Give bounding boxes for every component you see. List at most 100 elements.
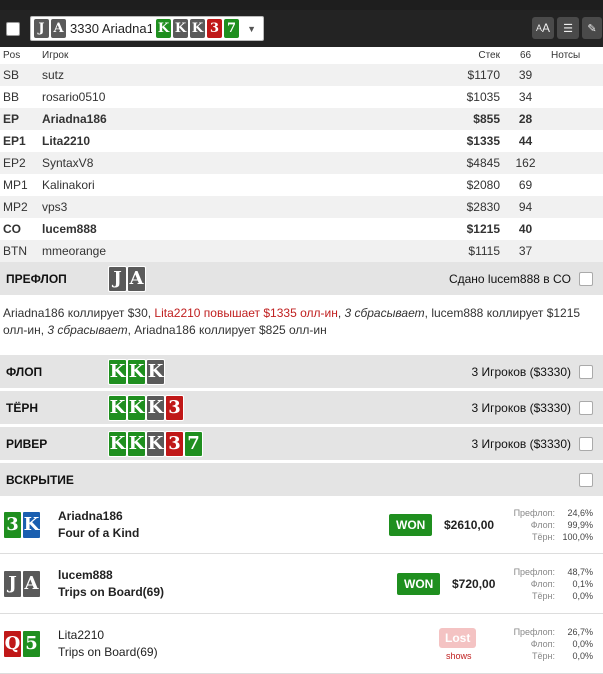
cell-stack: $855	[473, 112, 500, 126]
turn-header: ТЁРН K K K 3 3 Игроков ($3330)	[0, 391, 603, 424]
top-strip	[0, 0, 603, 10]
street-title: РИВЕР	[6, 436, 48, 451]
cell-bb: 44	[518, 134, 533, 148]
result-player: Ariadna186 Four of a Kind	[58, 509, 140, 540]
equity-list: Префлоп: 24,6% Флоп: 99,9% Тёрн: 100,0%	[513, 507, 593, 542]
result-row: J A lucem888 Trips on Board(69) WON $720,…	[0, 554, 603, 614]
equity-list: Префлоп: 26,7% Флоп: 0,0% Тёрн: 0,0%	[513, 626, 593, 661]
board-card: K	[156, 19, 171, 38]
won-badge: WON	[397, 572, 441, 595]
board-card: K	[127, 394, 146, 421]
cell-pos: MP1	[3, 178, 28, 192]
cell-bb: 37	[518, 244, 533, 258]
equity-list: Префлоп: 48,7% Флоп: 0,1% Тёрн: 0,0%	[513, 566, 593, 601]
shows-label: shows	[446, 651, 472, 661]
board-card: 3	[207, 19, 222, 38]
cell-player: sutz	[42, 68, 65, 82]
cell-stack: $1035	[466, 90, 500, 104]
cell-player: vps3	[42, 200, 68, 214]
cell-bb: 69	[518, 178, 533, 192]
board-card: K	[127, 430, 146, 457]
board-card: K	[108, 358, 127, 385]
cell-bb: 28	[518, 112, 533, 126]
hole-card: A	[51, 19, 66, 38]
cell-pos: BB	[3, 90, 20, 104]
cell-bb: 162	[515, 156, 536, 170]
board-card: K	[127, 358, 146, 385]
cell-stack: $2080	[466, 178, 500, 192]
street-checkbox[interactable]	[579, 364, 593, 379]
cell-player: Lita2210	[42, 134, 91, 148]
result-row: 3 K Ariadna186 Four of a Kind WON $2610,0…	[0, 496, 603, 554]
cell-player: lucem888	[42, 222, 97, 236]
board-card: K	[190, 19, 205, 38]
table-row[interactable]: SB sutz $1170 39	[0, 64, 603, 86]
cell-stack: $1215	[466, 222, 500, 236]
street-title: ПРЕФЛОП	[6, 271, 67, 286]
cell-stack: $1335	[466, 134, 500, 148]
cell-pos: EP	[3, 112, 20, 126]
cell-pos: CO	[3, 222, 21, 236]
header-notes: Нотсы	[551, 50, 581, 61]
table-row[interactable]: MP1 Kalinakori $2080 69	[0, 174, 603, 196]
table-row[interactable]: MP2 vps3 $2830 94	[0, 196, 603, 218]
cell-bb: 40	[518, 222, 533, 236]
cell-stack: $4845	[466, 156, 500, 170]
result-player: Lita2210 Trips on Board(69)	[58, 628, 158, 659]
select-all-checkbox[interactable]	[6, 21, 20, 36]
board-card: 3	[165, 394, 184, 421]
header-player: Игрок	[42, 50, 69, 61]
cell-player: mmeorange	[42, 244, 107, 258]
win-amount: $2610,00	[444, 517, 495, 532]
font-size-icon[interactable]: AA	[532, 17, 554, 39]
hand-select-text: 3330 Ariadna18	[70, 21, 152, 36]
cell-pos: BTN	[3, 244, 27, 258]
result-row: Q 5 Lita2210 Trips on Board(69) Lost show…	[0, 614, 603, 674]
header-pos: Pos	[3, 50, 21, 61]
shown-card: J	[3, 569, 22, 598]
table-row[interactable]: EP1 Lita2210 $1335 44	[0, 130, 603, 152]
street-info: 3 Игроков ($3330)	[471, 436, 572, 451]
list-icon[interactable]: ☰	[557, 17, 579, 39]
shown-card: Q	[3, 629, 22, 658]
table-row[interactable]: EP2 SyntaxV8 $4845 162	[0, 152, 603, 174]
cell-pos: EP2	[3, 156, 26, 170]
board-card: 3	[165, 430, 184, 457]
toolbar: J A 3330 Ariadna18 K K K 3 7 ▼ AA ☰ ✎	[0, 10, 603, 47]
street-info: 3 Игроков ($3330)	[471, 364, 572, 379]
table-header: Pos Игрок Стек 66 Нотсы	[0, 47, 603, 64]
header-bb: 66	[519, 50, 532, 61]
won-badge: WON	[389, 513, 433, 536]
street-checkbox[interactable]	[579, 472, 593, 487]
pencil-icon[interactable]: ✎	[582, 17, 602, 39]
board-card: K	[146, 394, 165, 421]
table-row[interactable]: EP Ariadna186 $855 28	[0, 108, 603, 130]
table-row[interactable]: CO lucem888 $1215 40	[0, 218, 603, 240]
street-checkbox[interactable]	[579, 436, 593, 451]
street-checkbox[interactable]	[579, 271, 593, 286]
hole-card: J	[34, 19, 49, 38]
street-checkbox[interactable]	[579, 400, 593, 415]
lost-badge: Lost	[439, 628, 477, 648]
cell-bb: 94	[518, 200, 533, 214]
street-title: ФЛОП	[6, 364, 43, 379]
hole-card: J	[108, 265, 127, 292]
street-info: 3 Игроков ($3330)	[471, 400, 572, 415]
preflop-actions: Ariadna186 коллирует $30, Lita2210 повыш…	[3, 306, 581, 337]
cell-pos: MP2	[3, 200, 28, 214]
hand-select[interactable]: J A 3330 Ariadna18 K K K 3 7 ▼	[30, 16, 264, 41]
result-player: lucem888 Trips on Board(69)	[58, 568, 165, 599]
flop-header: ФЛОП K K K 3 Игроков ($3330)	[0, 355, 603, 388]
table-row[interactable]: BTN mmeorange $1115 37	[0, 240, 603, 262]
cell-bb: 39	[518, 68, 533, 82]
table-row[interactable]: BB rosario0510 $1035 34	[0, 86, 603, 108]
cell-player: rosario0510	[42, 90, 106, 104]
dealt-to: Сдано lucem888 в CO	[448, 271, 571, 286]
cell-player: SyntaxV8	[42, 156, 94, 170]
cell-stack: $2830	[466, 200, 500, 214]
cell-stack: $1170	[467, 68, 500, 82]
win-amount: $720,00	[452, 576, 496, 591]
cell-stack: $1115	[468, 244, 500, 258]
shown-card: 5	[22, 629, 41, 658]
river-header: РИВЕР K K K 3 7 3 Игроков ($3330)	[0, 427, 603, 460]
